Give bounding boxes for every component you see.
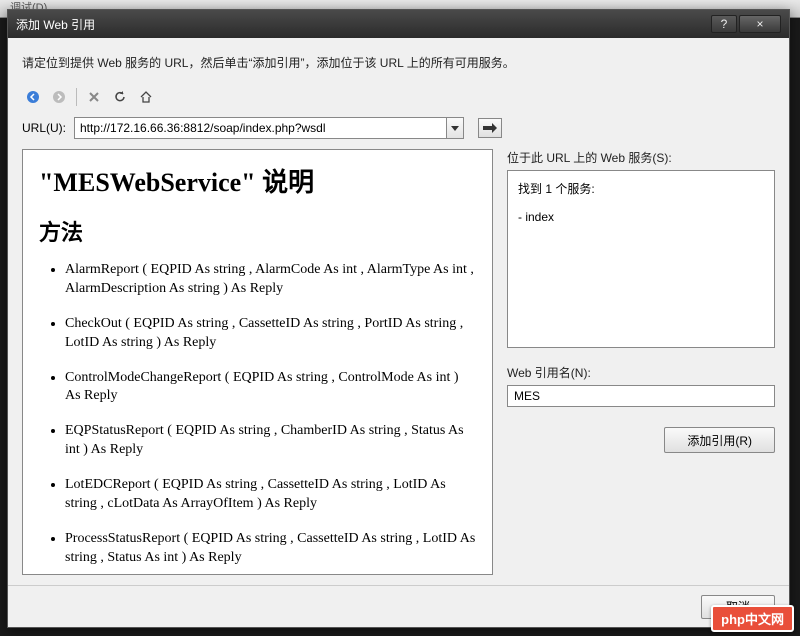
nav-toolbar <box>8 83 789 111</box>
home-icon[interactable] <box>135 86 157 108</box>
stop-icon[interactable] <box>83 86 105 108</box>
method-item: ControlModeChangeReport ( EQPID As strin… <box>65 369 476 407</box>
instruction-text: 请定位到提供 Web 服务的 URL，然后单击“添加引用”，添加位于该 URL … <box>8 38 789 83</box>
method-item: AlarmReport ( EQPID As string , AlarmCod… <box>65 261 476 299</box>
url-input[interactable] <box>74 117 446 139</box>
services-label: 位于此 URL 上的 Web 服务(S): <box>507 149 775 166</box>
service-list-item[interactable]: - index <box>518 207 764 229</box>
method-item: ProcessStatusReport ( EQPID As string , … <box>65 530 476 568</box>
method-item: EQPStatusReport ( EQPID As string , Cham… <box>65 422 476 460</box>
close-button[interactable]: × <box>739 15 781 33</box>
method-item: LotEDCReport ( EQPID As string , Cassett… <box>65 476 476 514</box>
back-icon[interactable] <box>22 86 44 108</box>
chevron-down-icon[interactable] <box>446 117 464 139</box>
titlebar: 添加 Web 引用 ? × <box>8 10 789 38</box>
method-item: CheckOut ( EQPID As string , CassetteID … <box>65 315 476 353</box>
help-button[interactable]: ? <box>711 15 737 33</box>
methods-list: AlarmReport ( EQPID As string , AlarmCod… <box>39 261 476 568</box>
url-combobox[interactable] <box>74 117 464 139</box>
right-panel: 位于此 URL 上的 Web 服务(S): 找到 1 个服务: - index … <box>507 149 775 575</box>
toolbar-separator <box>76 88 77 106</box>
url-row: URL(U): <box>8 111 789 149</box>
service-description-pane[interactable]: "MESWebService" 说明 方法 AlarmReport ( EQPI… <box>22 149 493 575</box>
dialog-title: 添加 Web 引用 <box>16 16 709 33</box>
reference-name-input[interactable] <box>507 385 775 407</box>
go-button[interactable] <box>478 118 502 138</box>
add-reference-button[interactable]: 添加引用(R) <box>664 427 775 453</box>
refname-label: Web 引用名(N): <box>507 364 775 381</box>
main-area: "MESWebService" 说明 方法 AlarmReport ( EQPI… <box>8 149 789 585</box>
service-heading: "MESWebService" 说明 <box>39 162 476 199</box>
dialog-footer: 取消 <box>8 585 789 627</box>
add-web-reference-dialog: 添加 Web 引用 ? × 请定位到提供 Web 服务的 URL，然后单击“添加… <box>7 9 790 628</box>
forward-icon[interactable] <box>48 86 70 108</box>
refresh-icon[interactable] <box>109 86 131 108</box>
methods-heading: 方法 <box>39 215 476 247</box>
services-listbox[interactable]: 找到 1 个服务: - index <box>507 170 775 348</box>
url-label: URL(U): <box>22 121 66 135</box>
services-found-text: 找到 1 个服务: <box>518 179 764 201</box>
watermark-badge: php中文网 <box>711 605 794 632</box>
